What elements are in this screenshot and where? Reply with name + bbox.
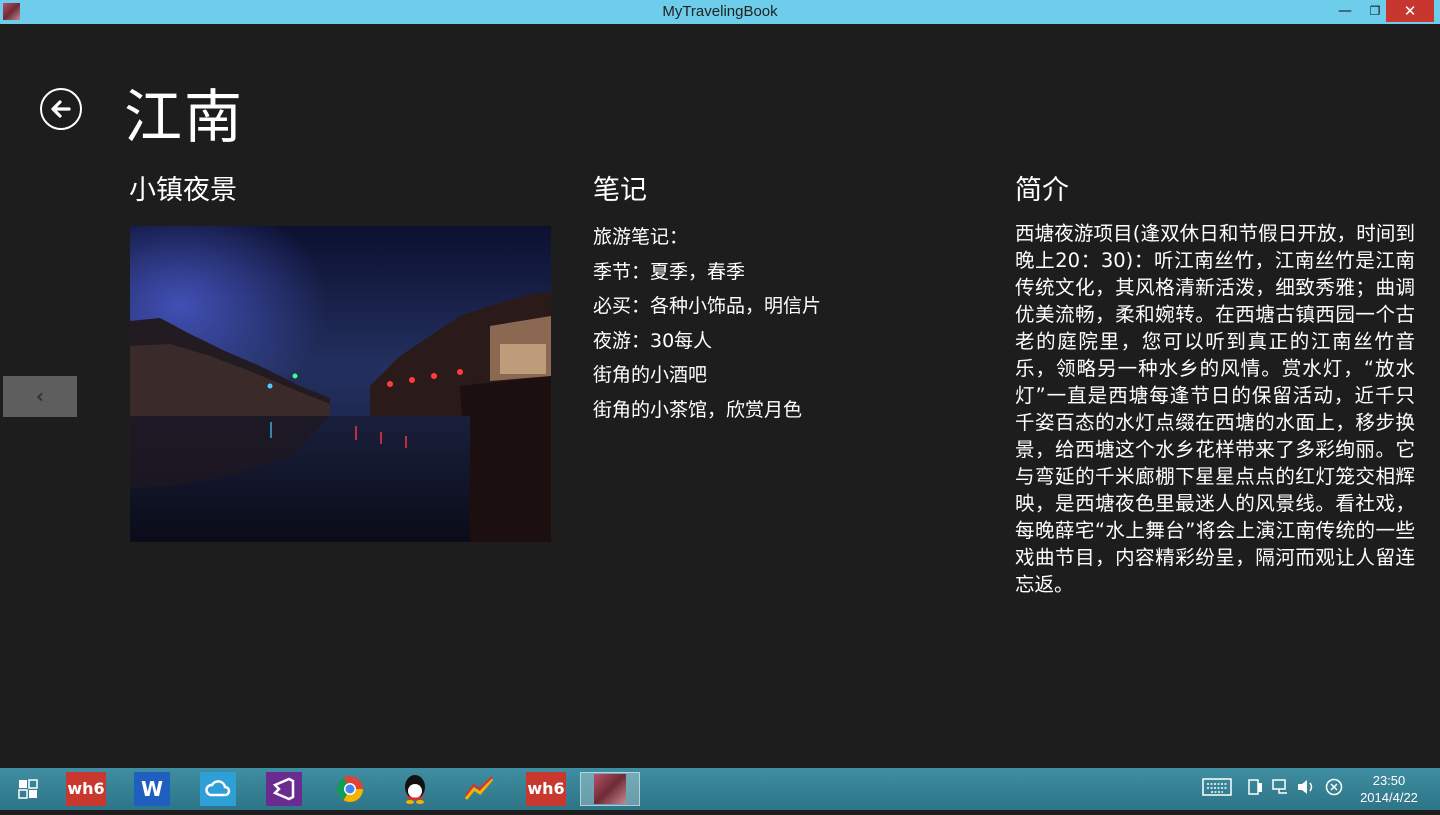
close-circle-icon[interactable] — [1325, 778, 1343, 800]
note-item: 旅游笔记： — [593, 226, 689, 248]
taskbar-clock[interactable]: 23:50 2014/4/22 — [1350, 772, 1428, 806]
note-item: 必买：各种小饰品，明信片 — [593, 295, 822, 317]
title-bar: MyTravelingBook — ❐ ✕ — [0, 0, 1440, 24]
window-title: MyTravelingBook — [662, 3, 778, 20]
volume-icon[interactable] — [1296, 778, 1316, 800]
visual-studio-icon[interactable] — [266, 772, 302, 806]
chrome-icon[interactable] — [330, 772, 370, 806]
intro-text: 西塘夜游项目(逢双休日和节假日开放，时间到晚上20：30)：听江南丝竹，江南丝竹… — [1015, 222, 1415, 596]
close-button[interactable]: ✕ — [1386, 0, 1434, 22]
note-item: 街角的小酒吧 — [593, 364, 708, 386]
cloud-app-icon[interactable] — [200, 772, 236, 806]
back-button[interactable] — [40, 88, 82, 130]
note-item: 夜游：30每人 — [593, 329, 713, 352]
chart-app-icon[interactable] — [460, 772, 500, 806]
notes-list: 旅游笔记： 季节：夏季，春季 必买：各种小饰品，明信片 夜游：30每人 街角的小… — [593, 220, 963, 427]
page-title: 江南 — [124, 83, 245, 151]
note-item: 季节：夏季，春季 — [593, 260, 746, 283]
network-icon[interactable] — [1271, 778, 1291, 800]
clock-date: 2014/4/22 — [1360, 790, 1418, 805]
qq-icon[interactable] — [395, 772, 435, 806]
wh6-app-icon[interactable]: wh6 — [66, 772, 106, 806]
back-arrow-icon — [51, 100, 71, 118]
task-view-icon[interactable] — [8, 772, 48, 806]
note-item: 街角的小茶馆，欣赏月色 — [593, 398, 803, 421]
word-app-icon[interactable]: W — [134, 772, 170, 806]
taskbar: wh6 W wh6 — [0, 768, 1440, 810]
previous-page-button[interactable]: ‹ — [3, 376, 77, 417]
notes-heading: 笔记 — [593, 175, 647, 206]
minimize-button[interactable]: — — [1330, 0, 1360, 22]
wh6-app-icon-2[interactable]: wh6 — [526, 772, 566, 806]
town-night-photo — [130, 226, 551, 542]
mytravelingbook-app-icon[interactable] — [580, 772, 640, 806]
device-icon[interactable] — [1246, 778, 1264, 800]
clock-time: 23:50 — [1372, 773, 1406, 788]
photo-heading: 小镇夜景 — [129, 175, 237, 206]
intro-heading: 简介 — [1015, 175, 1069, 206]
keyboard-icon[interactable] — [1202, 778, 1232, 800]
